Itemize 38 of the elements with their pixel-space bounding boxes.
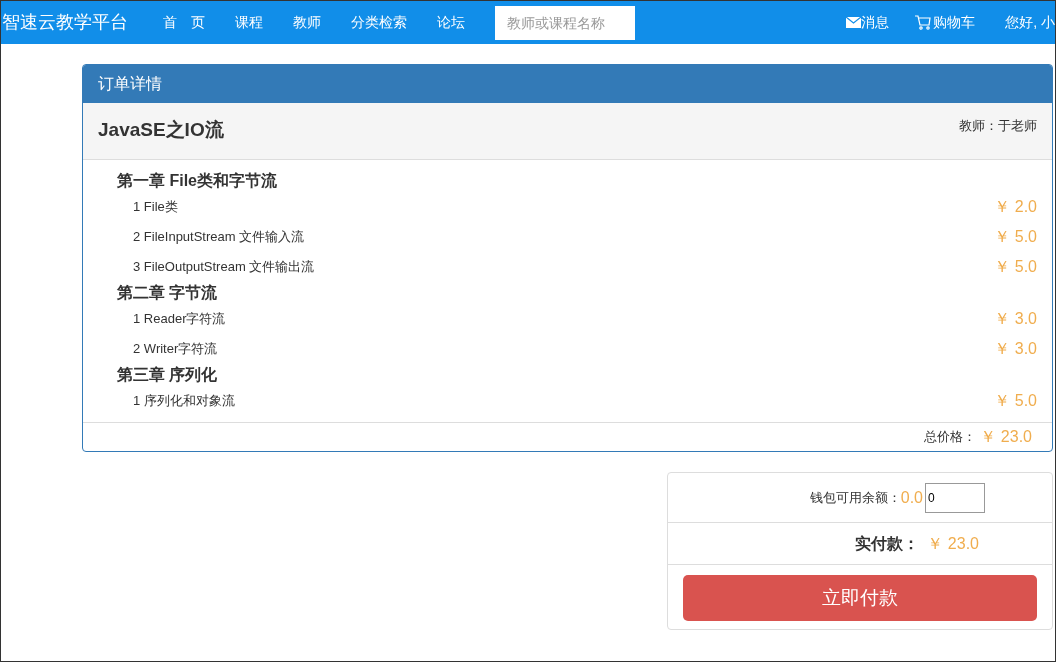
nav-link[interactable]: 课程 <box>220 12 278 33</box>
cart-icon <box>915 15 932 30</box>
course-title: JavaSE之IO流 <box>98 118 224 142</box>
wallet-label: 钱包可用余额： <box>809 488 901 507</box>
amount-due: ￥ 23.0 <box>927 533 979 554</box>
lesson-name: 1 序列化和对象流 <box>133 392 235 411</box>
nav-link[interactable]: 论坛 <box>422 12 480 33</box>
lesson-name: 3 FileOutputStream 文件输出流 <box>133 258 315 277</box>
lesson-price: ￥ 5.0 <box>994 257 1037 277</box>
nav-link[interactable]: 教师 <box>278 12 336 33</box>
lesson-name: 2 Writer字符流 <box>133 340 218 359</box>
lesson-name: 1 Reader字符流 <box>133 310 226 329</box>
nav-link[interactable]: 首 页 <box>148 12 220 33</box>
wallet-balance: 0.0 <box>900 487 923 508</box>
envelope-icon <box>846 17 862 28</box>
panel-heading: 订单详情 <box>83 65 1052 103</box>
cart-link[interactable]: 购物车 <box>915 12 976 33</box>
lesson-price: ￥ 3.0 <box>994 339 1037 359</box>
nav-link[interactable]: 分类检索 <box>336 12 422 33</box>
teacher-label: 教师：于老师 <box>959 117 1037 135</box>
lesson-name: 1 File类 <box>133 198 178 217</box>
pay-now-button[interactable]: 立即付款 <box>683 575 1037 621</box>
total-price: ￥ 23.0 <box>980 427 1032 447</box>
lesson-price: ￥ 5.0 <box>994 227 1037 247</box>
chapter-title: 第三章 序列化 <box>117 365 218 385</box>
search-field[interactable]: 教师或课程名称 <box>495 5 635 40</box>
chapter-title: 第一章 File类和字节流 <box>117 171 277 191</box>
messages-link[interactable]: 消息 <box>846 12 890 33</box>
brand-title[interactable]: 智速云教学平台 <box>2 9 128 36</box>
lesson-price: ￥ 3.0 <box>994 309 1037 329</box>
lesson-price: ￥ 5.0 <box>994 391 1037 411</box>
lesson-name: 2 FileInputStream 文件输入流 <box>133 228 305 247</box>
total-label: 总价格： <box>924 428 977 447</box>
wallet-amount-field[interactable]: 0 <box>925 482 985 513</box>
chapter-title: 第二章 字节流 <box>117 283 218 303</box>
amount-due-label: 实付款： <box>855 533 920 554</box>
lesson-price: ￥ 2.0 <box>994 197 1037 217</box>
user-greeting[interactable]: 您好, 小 <box>1005 12 1055 33</box>
